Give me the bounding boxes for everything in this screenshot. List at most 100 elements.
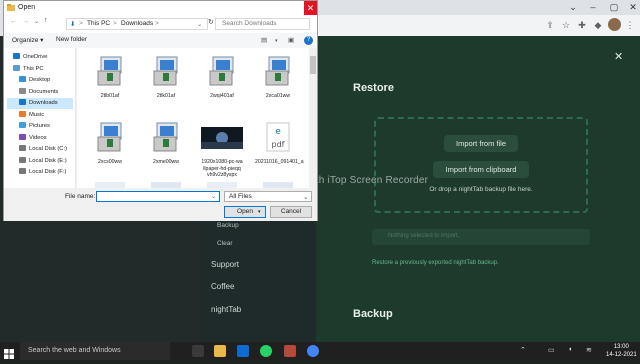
breadcrumb-this-pc[interactable]: This PC (87, 20, 110, 27)
file-item[interactable]: 1920x1080-pc-wa llpaper-hd-pieqq vh9v2z8… (199, 118, 245, 178)
preview-pane-icon[interactable]: ▣ (288, 36, 294, 44)
menu-item-support[interactable]: Support (211, 260, 239, 269)
search-placeholder: Search Downloads (222, 20, 277, 27)
up-arrow-icon[interactable]: ↑ (44, 17, 48, 24)
file-item[interactable]: 2tlk01af (143, 52, 189, 112)
nav-item[interactable]: OneDrive (7, 52, 73, 63)
chevron-down-icon[interactable]: ▾ (275, 38, 278, 44)
browser-toolbar: ⇪ ☆ ✚ ◆ ⋮ (318, 15, 640, 36)
breadcrumb-separator: > (79, 20, 83, 27)
filename-field[interactable]: ⌄ (96, 191, 220, 202)
volume-icon[interactable]: ◖ (568, 346, 572, 353)
download-icon: ⬇ (70, 21, 76, 28)
nav-item[interactable]: Local Disk (C:) (7, 144, 73, 155)
chrome-icon[interactable] (307, 345, 319, 357)
cancel-button[interactable]: Cancel (270, 206, 312, 218)
file-name: 2wqi401af (210, 93, 234, 99)
file-name: 1920x1080-pc-wa llpaper-hd-pieqq vh9v2z8… (201, 159, 243, 178)
nav-item-label: Downloads (29, 100, 58, 106)
address-bar[interactable]: ⬇ > This PC > Downloads > ⌄ (66, 18, 208, 30)
nav-item[interactable]: Videos (7, 133, 73, 144)
chevron-down-icon[interactable]: ⌄ (211, 193, 216, 200)
tray-chevron-icon[interactable]: ⌃ (520, 346, 526, 354)
file-item[interactable]: 2xca01ww (255, 52, 301, 112)
file-item[interactable]: 2xcs00ww (87, 118, 133, 178)
windows-start-icon[interactable] (4, 346, 14, 359)
dialog-navbar: ← → ⌄ ↑ ⬇ > This PC > Downloads > ⌄ ↻ Se… (4, 15, 317, 33)
file-item[interactable]: 2wqi401af (199, 52, 245, 112)
svg-text:pdf: pdf (272, 140, 285, 149)
open-button[interactable]: Open ▾ (224, 206, 266, 218)
help-icon[interactable]: ? (304, 36, 313, 45)
avatar[interactable] (608, 18, 621, 31)
menu-item-coffee[interactable]: Coffee (211, 282, 234, 291)
dialog-footer: File name: ⌄ All Files ⌄ Open ▾ Cancel (4, 188, 317, 221)
file-item[interactable]: 2tlb01af (87, 52, 133, 112)
folder-icon (19, 87, 26, 94)
file-item[interactable]: 2xme00ww (143, 118, 189, 178)
taskbar-search[interactable]: Search the web and Windows (20, 342, 170, 360)
nav-item[interactable]: Pictures (7, 121, 73, 132)
menu-subitem-backup[interactable]: Backup (217, 222, 239, 229)
scrollbar[interactable] (309, 48, 317, 188)
dialog-command-bar: Organize ▾ New folder ▤ ▾ ▣ ? (4, 33, 317, 48)
filetype-value: All Files (229, 193, 252, 200)
close-icon[interactable]: ✕ (620, 1, 640, 14)
menu-item-nighttab[interactable]: nightTab (211, 305, 241, 314)
forward-arrow-icon[interactable]: → (22, 18, 29, 25)
chevron-down-icon[interactable]: ▾ (258, 207, 261, 217)
nav-item[interactable]: Desktop (7, 75, 73, 86)
battery-icon[interactable]: ▭ (548, 346, 555, 354)
folder-icon (19, 76, 26, 82)
chevron-down-icon[interactable]: ⌄ (34, 18, 39, 25)
recorder-app-icon[interactable] (284, 345, 296, 357)
import-file-button[interactable]: Import from file (444, 135, 518, 152)
nav-item[interactable]: Music (7, 110, 73, 121)
back-arrow-icon[interactable]: ← (10, 18, 17, 25)
menu-subitem-clear[interactable]: Clear (217, 240, 233, 247)
filetype-select[interactable]: All Files ⌄ (224, 191, 312, 202)
new-folder-button[interactable]: New folder (56, 36, 87, 43)
nav-item[interactable]: Local Disk (F:) (7, 167, 73, 178)
nav-item-label: Local Disk (E:) (29, 157, 67, 164)
view-options-icon[interactable]: ▤ (261, 36, 267, 44)
whatsapp-icon[interactable] (260, 345, 272, 357)
breadcrumb-separator: > (113, 20, 117, 27)
folder-icon (19, 110, 26, 117)
more-menu-icon[interactable]: ⋮ (624, 19, 636, 31)
breadcrumb-downloads[interactable]: Downloads (121, 20, 153, 27)
edge-icon[interactable] (237, 345, 249, 357)
chevron-down-icon: ⌄ (303, 194, 309, 201)
nav-item[interactable]: Local Disk (E:) (7, 156, 73, 167)
close-icon[interactable]: ✕ (614, 50, 623, 63)
chevron-down-icon[interactable]: ⌄ (197, 20, 202, 28)
close-icon[interactable]: ✕ (304, 1, 317, 15)
nav-item-label: Desktop (29, 77, 51, 83)
import-clipboard-button[interactable]: Import from clipboard (433, 161, 529, 178)
folder-icon (19, 145, 26, 151)
scrollbar-thumb[interactable] (310, 56, 316, 74)
share-icon[interactable]: ⇪ (544, 19, 556, 31)
folder-icon (19, 168, 26, 174)
nav-item-label: Local Disk (C:) (29, 146, 68, 152)
dialog-title: Open (18, 4, 36, 11)
organize-button[interactable]: Organize ▾ (12, 36, 43, 44)
nav-item[interactable]: Downloads (7, 98, 73, 109)
folder-icon (13, 64, 20, 71)
nav-item[interactable]: This PC (7, 64, 73, 75)
installer-icon (207, 55, 237, 87)
nav-item[interactable]: Documents (7, 87, 73, 98)
nav-item-label: Videos (29, 134, 47, 141)
refresh-icon[interactable]: ↻ (208, 18, 214, 26)
wifi-icon[interactable]: ≋ (586, 346, 592, 354)
extension-icon[interactable]: ✚ (576, 19, 588, 31)
dialog-titlebar: Open ✕ (4, 1, 317, 15)
puzzle-icon[interactable]: ◆ (592, 19, 604, 31)
file-explorer-icon[interactable] (214, 345, 226, 357)
star-icon[interactable]: ☆ (560, 19, 572, 31)
taskbar-search-placeholder: Search the web and Windows (28, 347, 121, 354)
search-input[interactable]: Search Downloads (215, 18, 310, 30)
task-view-icon[interactable] (192, 345, 204, 357)
taskbar-clock[interactable]: 13:00 14-12-2021 (606, 343, 637, 359)
file-item[interactable]: e pdf 20211016_091401_a (255, 118, 304, 178)
